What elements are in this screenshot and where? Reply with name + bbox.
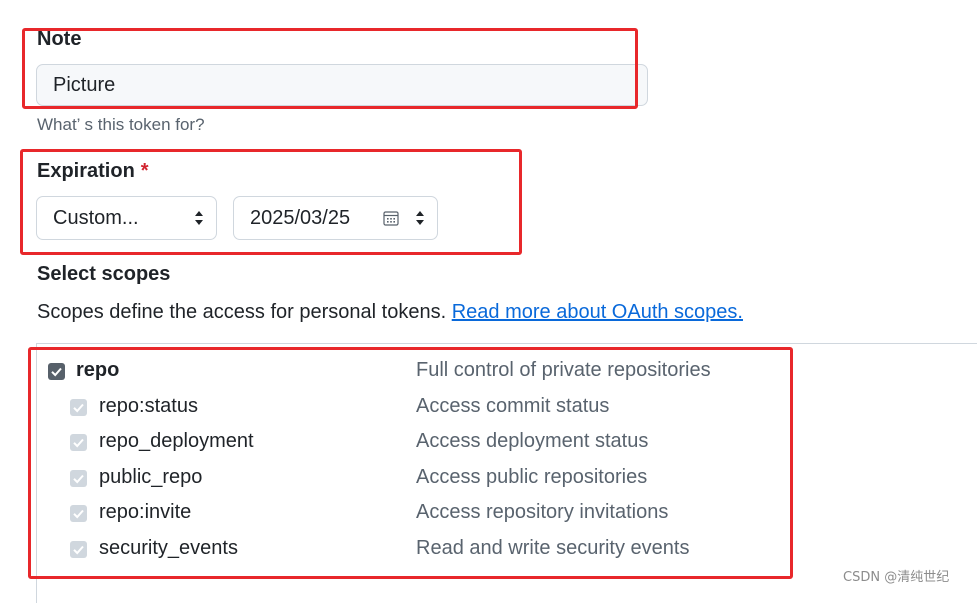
scopes-divider <box>36 343 977 344</box>
watermark: CSDN @清纯世纪 <box>843 570 950 585</box>
scopes-title: Select scopes <box>37 263 171 285</box>
check-icon <box>73 438 84 448</box>
check-icon <box>73 403 84 413</box>
scope-description: Access repository invitations <box>416 501 669 523</box>
scope-row-repo-status[interactable]: repo:status Access commit status <box>0 393 977 423</box>
note-hint: What’ s this token for? <box>37 115 205 134</box>
scope-description: Full control of private repositories <box>416 359 711 381</box>
date-arrows-icon <box>416 211 424 225</box>
repo-invite-checkbox[interactable] <box>70 505 87 522</box>
expiration-select-value: Custom... <box>53 206 139 229</box>
scope-description: Access commit status <box>416 395 610 417</box>
repo-checkbox[interactable] <box>48 363 65 380</box>
expiration-select[interactable]: Custom... <box>36 196 217 240</box>
scope-row-repo[interactable]: repo Full control of private repositorie… <box>0 357 977 387</box>
scope-row-public-repo[interactable]: public_repo Access public repositories <box>0 464 977 494</box>
scope-row-repo-invite[interactable]: repo:invite Access repository invitation… <box>0 499 977 529</box>
scopes-description-text: Scopes define the access for personal to… <box>37 301 447 323</box>
repo-status-checkbox[interactable] <box>70 399 87 416</box>
public-repo-checkbox[interactable] <box>70 470 87 487</box>
check-icon <box>73 474 84 484</box>
check-icon <box>73 509 84 519</box>
repo-deployment-checkbox[interactable] <box>70 434 87 451</box>
scope-description: Access public repositories <box>416 466 648 488</box>
scope-name: repo:invite <box>99 501 192 523</box>
scope-name: repo:status <box>99 395 198 417</box>
scope-name: repo <box>76 359 120 381</box>
scope-name: repo_deployment <box>99 430 254 452</box>
scope-row-repo-deployment[interactable]: repo_deployment Access deployment status <box>0 428 977 458</box>
scope-name: security_events <box>99 537 238 559</box>
check-icon <box>51 367 62 377</box>
scope-row-security-events[interactable]: security_events Read and write security … <box>0 535 977 565</box>
scope-name: public_repo <box>99 466 203 488</box>
select-arrows-icon <box>195 211 203 225</box>
note-label: Note <box>37 28 82 50</box>
required-mark: * <box>140 160 149 182</box>
security-events-checkbox[interactable] <box>70 541 87 558</box>
calendar-icon[interactable] <box>383 210 399 226</box>
expiration-label-text: Expiration <box>37 160 135 182</box>
note-input[interactable] <box>36 64 648 106</box>
scopes-description: Scopes define the access for personal to… <box>37 301 743 324</box>
expiration-date-input[interactable]: 2025/03/25 <box>233 196 438 240</box>
expiration-date-value: 2025/03/25 <box>250 206 351 229</box>
scope-description: Read and write security events <box>416 537 690 559</box>
expiration-label: Expiration * <box>37 160 149 183</box>
token-form-page: Note What’ s this token for? Expiration*… <box>0 0 977 603</box>
oauth-scopes-link[interactable]: Read more about OAuth scopes. <box>452 301 743 323</box>
scope-description: Access deployment status <box>416 430 649 452</box>
check-icon <box>73 545 84 555</box>
